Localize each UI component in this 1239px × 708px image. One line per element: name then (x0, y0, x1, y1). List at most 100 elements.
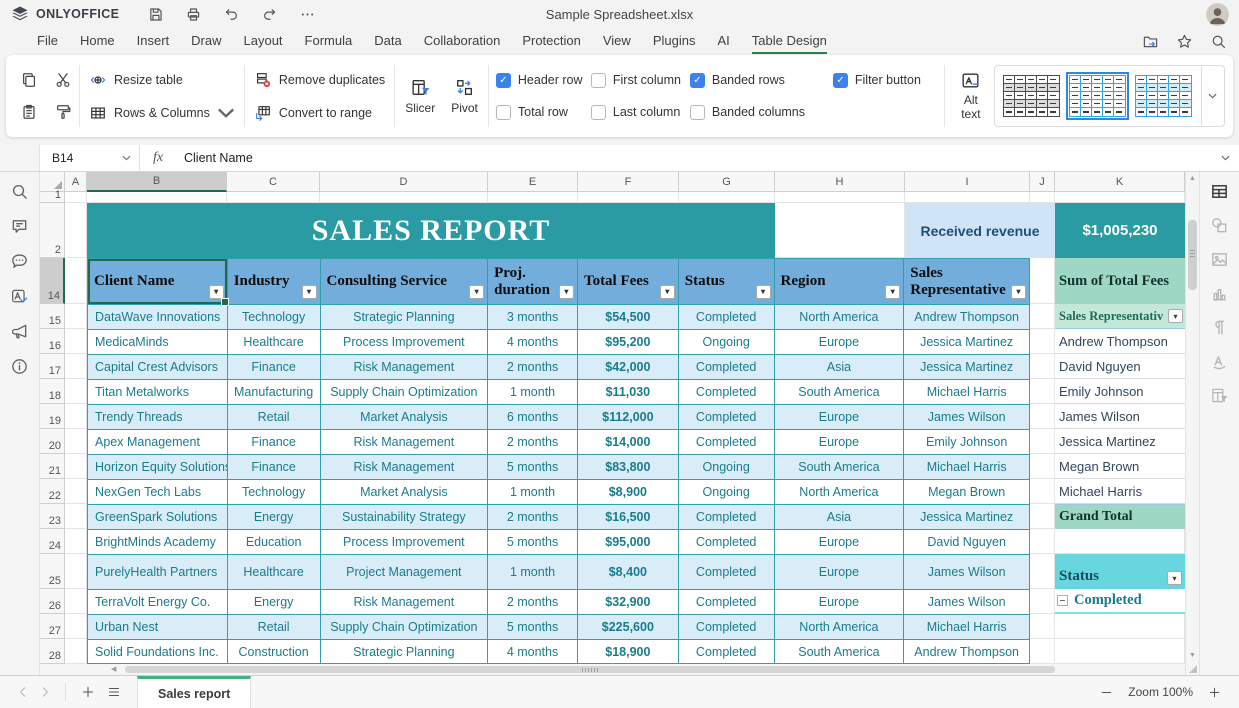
table-cell[interactable]: Manufacturing (228, 380, 321, 405)
table-cell[interactable]: 2 months (488, 430, 578, 455)
sheet-canvas[interactable]: SALES REPORTReceived revenue$1,005,230Cl… (65, 192, 1185, 664)
table-option-filter-button[interactable]: ✓Filter button (833, 67, 937, 93)
table-cell[interactable]: James Wilson (904, 590, 1029, 615)
table-cell[interactable]: 2 months (488, 355, 578, 380)
horizontal-scrollbar[interactable]: ◀ (65, 664, 1185, 675)
table-cell[interactable]: Market Analysis (321, 480, 489, 505)
insert-function-button[interactable]: fx (140, 145, 176, 171)
pivot-grand-total-cell[interactable]: Grand Total (1055, 504, 1185, 529)
table-cell[interactable]: Michael Harris (904, 455, 1029, 480)
row-header-19[interactable]: 19 (40, 404, 65, 429)
table-cell[interactable]: $18,900 (578, 640, 679, 664)
row-header-24[interactable]: 24 (40, 529, 65, 554)
table-cell[interactable]: $14,000 (578, 430, 679, 455)
table-cell[interactable]: $16,500 (578, 505, 679, 530)
table-cell[interactable]: $11,030 (578, 380, 679, 405)
table-cell[interactable]: Europe (775, 555, 905, 590)
menu-tab-formula[interactable]: Formula (305, 29, 353, 54)
table-cell[interactable]: Jessica Martinez (904, 330, 1029, 355)
filter-button[interactable]: ▾ (756, 285, 771, 299)
table-cell[interactable]: 4 months (488, 330, 578, 355)
table-cell[interactable]: North America (775, 305, 905, 330)
table-cell[interactable]: 6 months (488, 405, 578, 430)
table-cell[interactable]: Megan Brown (904, 480, 1029, 505)
spellcheck-button[interactable] (10, 287, 29, 306)
row-header-18[interactable]: 18 (40, 379, 65, 404)
table-option-first-column[interactable]: First column (591, 67, 690, 93)
status-field-cell[interactable]: Status▾ (1055, 554, 1185, 589)
row-header-20[interactable]: 20 (40, 429, 65, 454)
sheet-list-button[interactable] (101, 676, 127, 708)
filter-button[interactable]: ▾ (469, 285, 484, 299)
table-cell[interactable]: Michael Harris (904, 380, 1029, 405)
row-header-27[interactable]: 27 (40, 614, 65, 639)
vertical-scrollbar[interactable]: ▲ ▼ (1185, 172, 1199, 675)
collapse-button[interactable] (1057, 595, 1068, 606)
status-group-row-completed[interactable]: Completed (1055, 589, 1185, 614)
table-cell[interactable]: Process Improvement (321, 330, 489, 355)
menu-tab-table-design[interactable]: Table Design (752, 29, 827, 54)
table-cell[interactable]: Completed (679, 640, 775, 664)
filter-button[interactable]: ▾ (660, 285, 675, 299)
comments-button[interactable] (10, 217, 29, 236)
column-header-c[interactable]: C (227, 172, 320, 192)
checkbox-checked-icon[interactable]: ✓ (690, 73, 705, 88)
table-cell[interactable]: Andrew Thompson (904, 640, 1029, 664)
table-cell[interactable]: $42,000 (578, 355, 679, 380)
pivot-row-jessica-martinez[interactable]: Jessica Martinez (1055, 429, 1185, 454)
table-cell[interactable]: TerraVolt Energy Co. (88, 590, 228, 615)
table-cell[interactable]: Europe (775, 530, 905, 555)
table-cell[interactable]: $83,800 (578, 455, 679, 480)
name-box-dropdown-icon[interactable] (122, 155, 131, 161)
table-cell[interactable]: Asia (775, 505, 905, 530)
more-quick-actions-button[interactable] (297, 4, 317, 24)
scroll-up-button[interactable]: ▲ (1186, 175, 1199, 182)
table-header-cell-status[interactable]: Status▾ (679, 259, 775, 305)
table-cell[interactable]: Andrew Thompson (904, 305, 1029, 330)
table-cell[interactable]: North America (775, 615, 905, 640)
row-header-21[interactable]: 21 (40, 454, 65, 479)
table-cell[interactable]: Europe (775, 430, 905, 455)
table-cell[interactable]: Completed (679, 555, 775, 590)
table-cell[interactable]: Project Management (321, 555, 489, 590)
table-cell[interactable]: PurelyHealth Partners (88, 555, 228, 590)
table-cell[interactable]: 1 month (488, 480, 578, 505)
table-cell[interactable]: Construction (228, 640, 321, 664)
table-cell[interactable]: Market Analysis (321, 405, 489, 430)
pivot-row-andrew-thompson[interactable]: Andrew Thompson (1055, 329, 1185, 354)
checkbox-unchecked-icon[interactable] (591, 105, 606, 120)
table-cell[interactable]: Risk Management (321, 455, 489, 480)
pivot-field-cell[interactable]: Sales Representativ▾ (1055, 304, 1185, 329)
table-cell[interactable]: Energy (228, 505, 321, 530)
table-cell[interactable]: Healthcare (228, 555, 321, 590)
checkbox-unchecked-icon[interactable] (591, 73, 606, 88)
column-header-d[interactable]: D (320, 172, 488, 192)
table-cell[interactable]: Strategic Planning (321, 305, 489, 330)
table-cell[interactable]: Retail (228, 615, 321, 640)
table-cell[interactable]: Solid Foundations Inc. (88, 640, 228, 664)
table-cell[interactable]: $8,900 (578, 480, 679, 505)
find-button[interactable] (10, 182, 29, 201)
table-cell[interactable]: BrightMinds Academy (88, 530, 228, 555)
table-cell[interactable]: Risk Management (321, 430, 489, 455)
next-sheet-button[interactable] (34, 676, 56, 708)
table-cell[interactable]: Finance (228, 455, 321, 480)
table-cell[interactable]: Finance (228, 430, 321, 455)
row-header-1[interactable]: 1 (40, 192, 65, 203)
column-header-h[interactable]: H (775, 172, 905, 192)
table-cell[interactable]: $225,600 (578, 615, 679, 640)
table-option-total-row[interactable]: Total row (496, 99, 591, 125)
open-file-location-button[interactable] (1142, 33, 1159, 50)
table-header-cell-consulting-service[interactable]: Consulting Service▾ (321, 259, 489, 305)
table-cell[interactable]: James Wilson (904, 555, 1029, 590)
sheet-tab-sales-report[interactable]: Sales report (137, 676, 251, 708)
filter-button[interactable]: ▾ (1011, 285, 1026, 299)
checkbox-checked-icon[interactable]: ✓ (833, 73, 848, 88)
feedback-button[interactable] (10, 322, 29, 341)
pivot-field-dropdown-button[interactable]: ▾ (1168, 309, 1183, 323)
column-header-f[interactable]: F (578, 172, 679, 192)
table-cell[interactable]: DataWave Innovations (88, 305, 228, 330)
row-header-25[interactable]: 25 (40, 554, 65, 589)
rows-columns-button[interactable]: Rows & Columns (89, 100, 235, 126)
pivot-title-cell[interactable]: Sum of Total Fees (1055, 258, 1185, 304)
